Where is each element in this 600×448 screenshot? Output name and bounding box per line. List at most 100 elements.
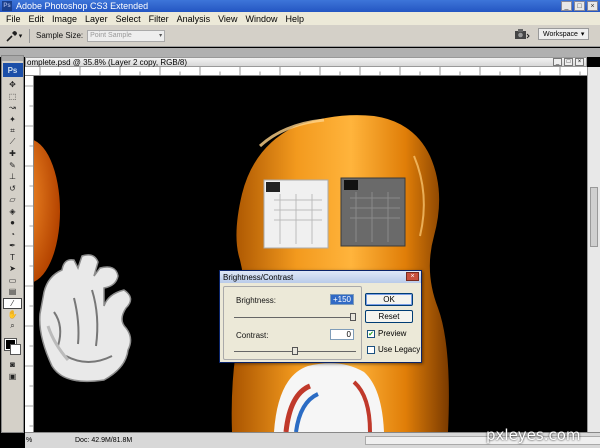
brush-tool[interactable]: ✎ [3,160,22,172]
brush-icon: ✎ [9,160,16,170]
chevron-down-icon: ▾ [580,31,585,38]
brightness-slider-handle[interactable] [350,313,356,321]
dialog-settings-group: Brightness: +150 Contrast: 0 [223,286,362,360]
menu-view[interactable]: View [214,14,241,24]
document-controls: _ □ × [553,58,584,66]
minimize-button[interactable]: _ [561,1,572,11]
zoom-icon: ⌕ [10,321,15,331]
screen-mode-icon: ▣ [8,371,17,381]
hand-tool[interactable]: ✋ [3,309,22,321]
path-selection-tool[interactable]: ➤ [3,263,22,275]
history-brush-tool[interactable]: ↺ [3,183,22,195]
crop-tool[interactable]: ⌗ [3,125,22,137]
brightness-slider-track[interactable] [234,317,356,318]
preview-checkbox[interactable]: ✔ Preview [367,329,406,338]
paint-bucket-tool[interactable]: ◈ [3,206,22,218]
title-bar: Ps Adobe Photoshop CS3 Extended _ □ × [0,0,600,12]
menu-bar: File Edit Image Layer Select Filter Anal… [0,12,600,25]
slice-tool[interactable]: ⟋ [3,137,22,149]
menu-filter[interactable]: Filter [145,14,173,24]
brightness-input[interactable]: +150 [330,294,354,305]
menu-layer[interactable]: Layer [81,14,112,24]
vertical-scrollbar[interactable] [587,67,600,432]
type-tool[interactable]: T [3,252,22,264]
menu-select[interactable]: Select [112,14,145,24]
horizontal-ruler [25,67,587,76]
contrast-input[interactable]: 0 [330,329,354,340]
menu-window[interactable]: Window [241,14,281,24]
eraser-tool[interactable]: ▱ [3,194,22,206]
toolbox: Ps ✥ ⬚ ↝ ✦ ⌗ ⟋ ✚ ✎ ⊥ ↺ ▱ ◈ ● ◔ ✒ T ➤ ▭ ▤… [1,55,24,433]
photoshop-window: Ps Adobe Photoshop CS3 Extended _ □ × Fi… [0,0,600,448]
doc-maximize-button[interactable]: □ [564,58,573,66]
rectangle-icon: ▭ [8,275,17,285]
ok-button[interactable]: OK [365,293,413,306]
eyedropper-icon: ⁄ [11,298,14,308]
workspace-menu[interactable]: Workspace ▾ [538,28,590,40]
quick-mask-button[interactable]: ◙ [3,359,22,371]
chevron-down-icon: ▾ [159,32,163,39]
menu-help[interactable]: Help [281,14,308,24]
color-swatches [2,335,23,359]
marquee-icon: ⬚ [8,91,17,101]
healing-brush-tool[interactable]: ✚ [3,148,22,160]
eyedropper-tool[interactable]: ⁄ [3,297,22,309]
clone-stamp-icon: ⊥ [9,172,16,182]
bridge-icon[interactable] [514,28,530,40]
menu-file[interactable]: File [2,14,25,24]
ps-logo[interactable]: Ps [2,63,23,77]
gray-label [340,177,406,247]
menu-edit[interactable]: Edit [25,14,49,24]
reset-button[interactable]: Reset [365,310,413,323]
pen-tool[interactable]: ✒ [3,240,22,252]
vertical-scroll-thumb[interactable] [590,187,598,247]
background-color-swatch[interactable] [10,344,21,355]
close-button[interactable]: × [587,1,598,11]
menu-image[interactable]: Image [48,14,81,24]
rectangle-tool[interactable]: ▭ [3,275,22,287]
window-title: Adobe Photoshop CS3 Extended [16,1,149,11]
doc-close-button[interactable]: × [575,58,584,66]
workspace-label: Workspace [543,30,578,38]
glove-shape [39,254,132,383]
quick-mask-icon: ◙ [10,360,15,370]
contrast-slider-handle[interactable] [292,347,298,355]
blur-tool[interactable]: ● [3,217,22,229]
tool-preset-picker[interactable]: ▾ [5,28,23,44]
menu-analysis[interactable]: Analysis [173,14,215,24]
marquee-tool[interactable]: ⬚ [3,91,22,103]
magic-wand-tool[interactable]: ✦ [3,114,22,126]
dialog-title-bar[interactable]: Brightness/Contrast × [220,271,421,283]
zoom-tool[interactable]: ⌕ [3,321,22,333]
clone-stamp-tool[interactable]: ⊥ [3,171,22,183]
doc-minimize-button[interactable]: _ [553,58,562,66]
options-bar: ▾ Sample Size: Point Sample ▾ [0,25,600,47]
pen-icon: ✒ [9,241,16,251]
use-legacy-checkbox[interactable]: Use Legacy [367,345,420,354]
contrast-label: Contrast: [236,331,269,340]
dodge-tool[interactable]: ◔ [3,229,22,241]
notes-icon: ▤ [8,287,17,297]
magic-wand-icon: ✦ [9,114,16,124]
screen-mode-button[interactable]: ▣ [3,371,22,383]
zoom-level[interactable]: % [25,437,39,444]
lasso-tool[interactable]: ↝ [3,102,22,114]
orange-orb [34,140,60,282]
type-icon: T [10,252,15,262]
notes-tool[interactable]: ▤ [3,286,22,298]
sample-size-label: Sample Size: [36,31,84,40]
toolbox-grip[interactable] [2,56,23,61]
dialog-close-button[interactable]: × [406,272,419,281]
move-tool[interactable]: ✥ [3,79,22,91]
brightness-label: Brightness: [236,296,277,305]
preview-check-icon: ✔ [367,329,375,338]
sample-size-select[interactable]: Point Sample ▾ [87,29,166,42]
document-size[interactable]: Doc: 42.9M/81.8M [75,437,132,444]
hand-icon: ✋ [7,310,18,320]
document-title: omplete.psd @ 35.8% (Layer 2 copy, RGB/8… [27,57,188,67]
history-brush-icon: ↺ [9,183,16,193]
maximize-button[interactable]: □ [574,1,585,11]
slice-icon: ⟋ [9,137,16,147]
document-canvas[interactable] [34,76,586,432]
document-tab[interactable]: omplete.psd @ 35.8% (Layer 2 copy, RGB/8… [25,57,587,67]
